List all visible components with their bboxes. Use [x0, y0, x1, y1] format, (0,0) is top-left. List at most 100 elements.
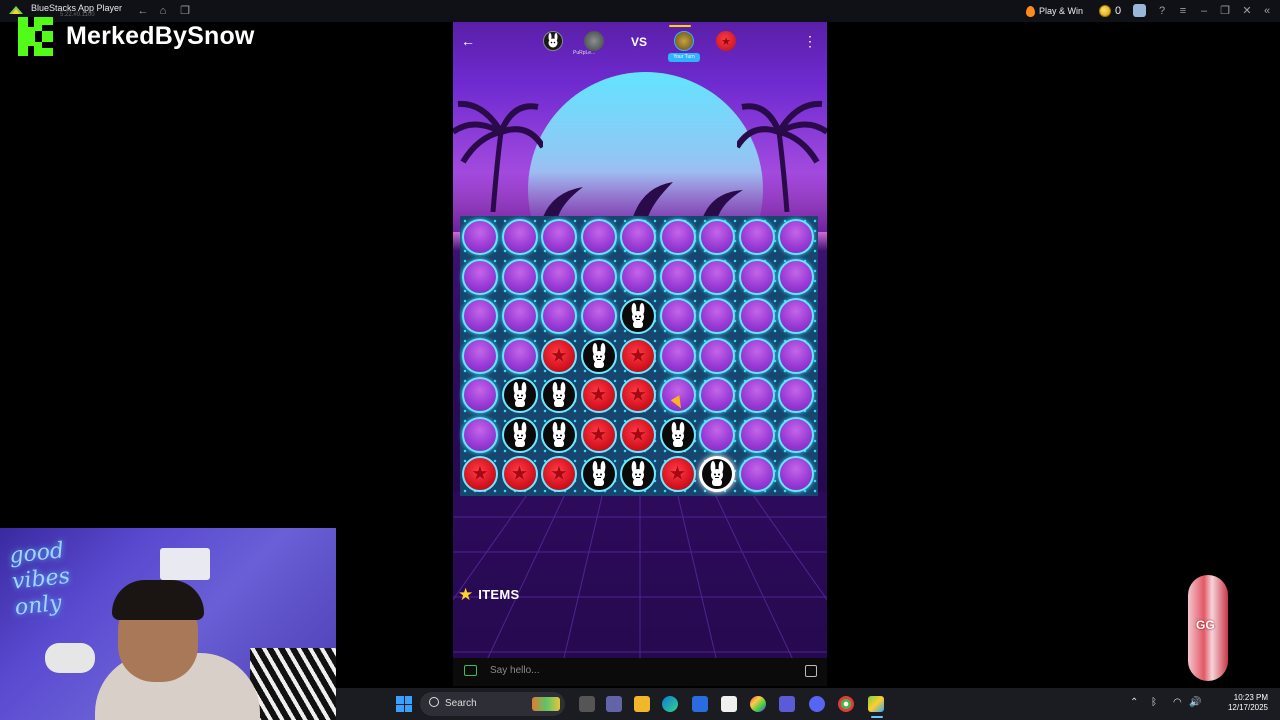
empty-board-slot[interactable] — [620, 219, 656, 255]
hamburger-menu-icon[interactable]: ≡ — [1176, 4, 1190, 18]
play-win-button[interactable]: Play & Win 0 — [1026, 3, 1121, 19]
empty-board-slot[interactable] — [462, 258, 498, 295]
empty-board-slot[interactable] — [778, 298, 814, 334]
minimize-icon[interactable]: – — [1197, 4, 1211, 18]
empty-board-slot[interactable] — [699, 377, 735, 413]
empty-board-slot[interactable] — [541, 219, 577, 255]
windows-start-icon[interactable] — [396, 696, 412, 712]
empty-board-slot[interactable] — [738, 416, 775, 453]
recent-apps-icon[interactable]: ❐ — [178, 4, 192, 18]
empty-board-slot[interactable] — [541, 258, 577, 295]
bunny-disc[interactable] — [541, 416, 577, 453]
empty-board-slot[interactable] — [738, 258, 775, 295]
bunny-disc[interactable] — [699, 456, 735, 492]
home-icon[interactable]: ⌂ — [156, 4, 170, 18]
bluestacks-taskbar-icon[interactable] — [868, 696, 884, 712]
empty-board-slot[interactable] — [778, 337, 814, 374]
store-icon[interactable] — [692, 696, 708, 712]
sticker-icon[interactable] — [805, 665, 817, 677]
tray-overflow-icon[interactable]: ⌃ — [1130, 697, 1138, 708]
empty-board-slot[interactable] — [462, 337, 498, 374]
red-star-disc[interactable]: ★ — [541, 456, 577, 492]
bunny-disc[interactable] — [620, 456, 656, 492]
help-icon[interactable]: ? — [1155, 4, 1169, 18]
restore-icon[interactable]: ❐ — [1218, 4, 1232, 18]
red-star-disc[interactable]: ★ — [620, 337, 656, 374]
back-arrow-icon[interactable]: ← — [136, 4, 150, 18]
red-star-disc[interactable]: ★ — [501, 456, 538, 492]
bunny-disc[interactable] — [580, 456, 617, 492]
empty-board-slot[interactable] — [699, 298, 735, 334]
empty-board-slot[interactable] — [778, 219, 814, 255]
items-button[interactable]: ★ ITEMS — [458, 583, 519, 605]
chrome-icon[interactable] — [838, 696, 854, 712]
avatar-icon[interactable] — [1133, 4, 1146, 17]
bunny-disc[interactable] — [620, 298, 656, 334]
empty-board-slot[interactable] — [778, 456, 814, 492]
emulator-title-bar: BlueStacks App Player 5.22.#0.1100 ← ⌂ ❐… — [0, 0, 1280, 22]
empty-board-slot[interactable] — [462, 219, 498, 255]
bunny-disc[interactable] — [501, 377, 538, 413]
close-icon[interactable]: ✕ — [1240, 4, 1254, 18]
empty-board-slot[interactable] — [699, 219, 735, 255]
red-star-disc[interactable]: ★ — [580, 377, 617, 413]
system-clock[interactable]: 10:23 PM 12/17/2025 — [1206, 693, 1268, 713]
empty-board-slot[interactable] — [738, 219, 775, 255]
bluetooth-icon[interactable]: ᛒ — [1151, 697, 1157, 708]
empty-board-slot[interactable] — [738, 456, 775, 492]
bunny-disc[interactable] — [541, 377, 577, 413]
red-star-disc[interactable]: ★ — [462, 456, 498, 492]
empty-board-slot[interactable] — [462, 416, 498, 453]
opponent-avatar[interactable] — [584, 31, 604, 51]
empty-board-slot[interactable] — [620, 258, 656, 295]
empty-board-slot[interactable] — [462, 377, 498, 413]
empty-board-slot[interactable] — [659, 219, 696, 255]
chat-input[interactable]: Say hello... — [490, 665, 539, 676]
empty-board-slot[interactable] — [580, 258, 617, 295]
red-star-disc[interactable]: ★ — [659, 456, 696, 492]
empty-board-slot[interactable] — [699, 258, 735, 295]
empty-board-slot[interactable] — [699, 416, 735, 453]
empty-board-slot[interactable] — [501, 258, 538, 295]
more-options-icon[interactable]: ⋮ — [803, 32, 817, 50]
empty-board-slot[interactable] — [778, 377, 814, 413]
empty-board-slot[interactable] — [580, 298, 617, 334]
sidebar-toggle-icon[interactable]: « — [1260, 4, 1274, 18]
red-star-disc[interactable]: ★ — [620, 416, 656, 453]
copilot-icon[interactable] — [750, 696, 766, 712]
player-avatar[interactable] — [674, 31, 694, 51]
bunny-disc[interactable] — [501, 416, 538, 453]
empty-board-slot[interactable] — [659, 298, 696, 334]
bunny-disc[interactable] — [580, 337, 617, 374]
app-icon[interactable] — [721, 696, 737, 712]
red-star-disc[interactable]: ★ — [541, 337, 577, 374]
wifi-icon[interactable]: ◠ — [1173, 697, 1182, 708]
empty-board-slot[interactable] — [580, 219, 617, 255]
empty-board-slot[interactable] — [778, 258, 814, 295]
task-view-icon[interactable] — [579, 696, 595, 712]
empty-board-slot[interactable] — [738, 298, 775, 334]
game-board[interactable]: ★ ★ ★ ★ ★ ★ ★ ★ ★ ★ — [460, 216, 818, 496]
empty-board-slot[interactable] — [501, 298, 538, 334]
taskbar-search[interactable]: Search — [420, 692, 565, 716]
red-star-disc[interactable]: ★ — [620, 377, 656, 413]
empty-board-slot[interactable] — [699, 337, 735, 374]
empty-board-slot[interactable] — [541, 298, 577, 334]
empty-board-slot[interactable] — [659, 258, 696, 295]
empty-board-slot[interactable] — [778, 416, 814, 453]
volume-icon[interactable]: 🔊 — [1189, 697, 1201, 708]
discord-icon[interactable] — [809, 696, 825, 712]
empty-board-slot[interactable] — [738, 337, 775, 374]
edge-icon[interactable] — [662, 696, 678, 712]
back-button[interactable]: ← — [459, 32, 477, 50]
app2-icon[interactable] — [779, 696, 795, 712]
empty-board-slot[interactable] — [501, 219, 538, 255]
teams-icon[interactable] — [606, 696, 622, 712]
empty-board-slot[interactable] — [659, 337, 696, 374]
empty-board-slot[interactable] — [501, 337, 538, 374]
empty-board-slot[interactable] — [462, 298, 498, 334]
empty-board-slot[interactable] — [738, 377, 775, 413]
red-star-disc[interactable]: ★ — [580, 416, 617, 453]
bunny-disc[interactable] — [659, 416, 696, 453]
file-explorer-icon[interactable] — [634, 696, 650, 712]
